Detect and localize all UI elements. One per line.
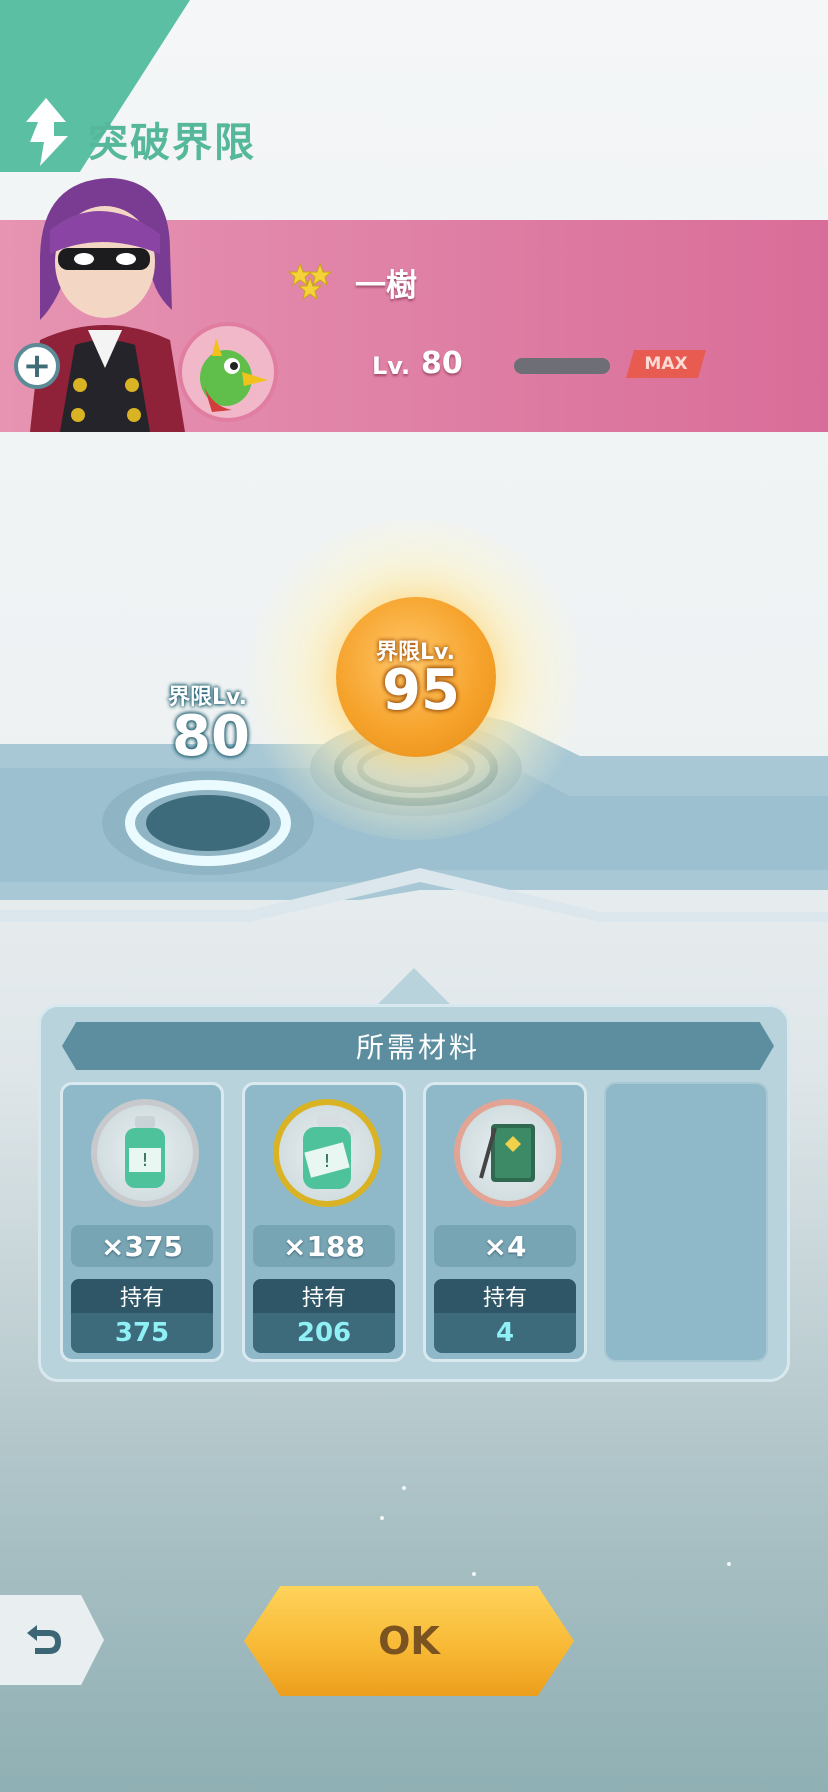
owned-box: 持有 206 — [253, 1279, 395, 1353]
owned-value: 375 — [114, 1318, 170, 1348]
notebook-icon — [479, 1124, 535, 1182]
rarity-stars — [288, 263, 333, 301]
small-drink-bottle-icon: ! — [125, 1116, 165, 1188]
owned-box: 持有 4 — [434, 1279, 576, 1353]
level-value: 80 — [421, 346, 463, 381]
exp-bar-fill — [514, 358, 610, 374]
ok-label: OK — [378, 1619, 440, 1663]
limit-break-icon — [26, 98, 68, 166]
owned-value: 4 — [495, 1318, 515, 1348]
pokemon-avatar — [178, 322, 278, 422]
level-label: Lv. — [372, 352, 411, 380]
sparkle — [380, 1516, 384, 1520]
svg-text:!: ! — [323, 1151, 330, 1172]
pokemon-icon — [200, 338, 268, 412]
large-drink-bottle-icon: ! — [303, 1115, 354, 1189]
material-card[interactable]: ! ×188 持有 206 — [242, 1082, 406, 1362]
add-button[interactable]: + — [14, 343, 60, 389]
page-title: 突破界限 — [88, 120, 256, 166]
exp-bar — [514, 358, 610, 374]
back-button[interactable] — [0, 1595, 104, 1685]
material-icon-frame: ! — [91, 1099, 199, 1207]
trainer-name: 一樹 — [355, 268, 417, 304]
required-quantity: ×375 — [71, 1225, 213, 1267]
required-quantity: ×188 — [253, 1225, 395, 1267]
sparkle — [402, 1486, 406, 1490]
material-card[interactable]: ×4 持有 4 — [423, 1082, 587, 1362]
required-quantity: ×4 — [434, 1225, 576, 1267]
material-icon-frame — [454, 1099, 562, 1207]
material-card[interactable]: ! ×375 持有 375 — [60, 1082, 224, 1362]
owned-label: 持有 — [71, 1279, 213, 1313]
sparkle — [472, 1572, 476, 1576]
svg-text:!: ! — [141, 1150, 148, 1171]
next-limit-value: 95 — [382, 658, 460, 723]
owned-box: 持有 375 — [71, 1279, 213, 1353]
ok-button[interactable]: OK — [244, 1586, 574, 1696]
back-arrow-icon — [27, 1625, 61, 1654]
owned-label: 持有 — [253, 1279, 395, 1313]
max-badge: MAX — [626, 350, 706, 378]
empty-material-slot — [604, 1082, 768, 1362]
sparkle — [727, 1562, 731, 1566]
current-limit-value: 80 — [172, 704, 250, 769]
material-icon-frame: ! — [273, 1099, 381, 1207]
materials-title: 所需材料 — [62, 1022, 774, 1070]
owned-label: 持有 — [434, 1279, 576, 1313]
owned-value: 206 — [296, 1318, 352, 1348]
